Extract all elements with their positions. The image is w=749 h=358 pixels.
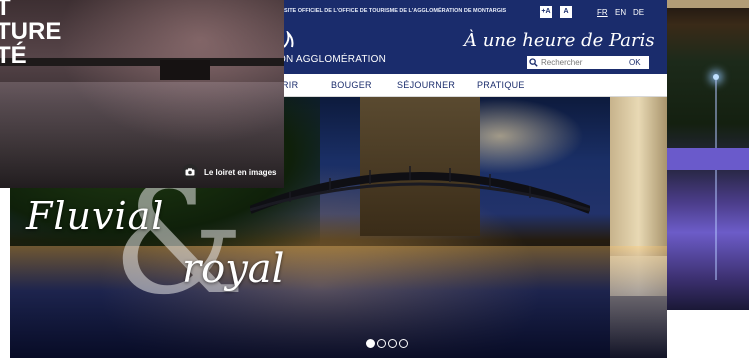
language-de-link[interactable]: DE <box>633 8 644 17</box>
search-box: OK <box>527 56 649 69</box>
text-size-reset-button[interactable]: A <box>560 6 572 18</box>
card-title-line-2: TURE <box>0 18 62 45</box>
text-size-increase-button[interactable]: +A <box>540 6 552 18</box>
search-input[interactable] <box>539 56 629 69</box>
logo-mark-icon[interactable] <box>282 29 296 54</box>
site-header: SITE OFFICIEL DE L'OFFICE DE TOURISME DE… <box>278 0 667 97</box>
camera-icon <box>182 164 198 180</box>
search-submit-button[interactable]: OK <box>629 58 645 67</box>
card-title-line-1: T <box>0 0 11 21</box>
tagline-ampersand: & <box>112 154 246 328</box>
carousel-dot-2[interactable] <box>377 339 386 348</box>
footbridge-graphic <box>250 166 590 214</box>
top-bar: SITE OFFICIEL DE L'OFFICE DE TOURISME DE… <box>284 0 667 22</box>
carousel-dot-1[interactable] <box>366 339 375 348</box>
tower-reflection <box>610 256 667 358</box>
bridge-pier <box>160 60 210 80</box>
carousel-dots <box>366 339 408 348</box>
card-title: T TURE TÉ <box>0 0 61 68</box>
carousel-dot-4[interactable] <box>399 339 408 348</box>
loiret-images-caption: Le loiret en images <box>204 167 277 177</box>
card-title-line-3: TÉ <box>0 42 27 69</box>
brand-name[interactable]: ON AGGLOMÉRATION <box>278 54 386 65</box>
language-fr-link[interactable]: FR <box>597 8 608 17</box>
carousel-dot-3[interactable] <box>388 339 397 348</box>
main-nav: RIR BOUGER SÉJOURNER PRATIQUE <box>282 74 667 97</box>
search-icon[interactable] <box>527 56 539 69</box>
official-site-notice: SITE OFFICIEL DE L'OFFICE DE TOURISME DE… <box>284 8 507 14</box>
loiret-images-link[interactable]: Le loiret en images <box>182 164 276 180</box>
nav-item-pratique[interactable]: PRATIQUE <box>477 80 525 90</box>
background-photo-strip <box>667 0 749 310</box>
canal-water <box>10 246 667 358</box>
nav-item-sejourner[interactable]: SÉJOURNER <box>397 80 455 90</box>
nav-item-bouger[interactable]: BOUGER <box>331 80 372 90</box>
brand-bar: ON AGGLOMÉRATION À une heure de Paris OK <box>278 22 667 74</box>
lamp-reflection <box>715 80 717 280</box>
nav-item-decouvrir[interactable]: RIR <box>282 80 298 90</box>
slogan: À une heure de Paris <box>464 30 655 51</box>
language-en-link[interactable]: EN <box>615 8 626 17</box>
loiret-images-card[interactable]: T TURE TÉ Le loiret en images <box>0 0 284 188</box>
tagline-royal: royal <box>182 246 285 292</box>
tan-band <box>667 0 749 8</box>
tagline-fluvial: Fluvial <box>26 194 165 238</box>
lit-walkway <box>667 148 749 170</box>
